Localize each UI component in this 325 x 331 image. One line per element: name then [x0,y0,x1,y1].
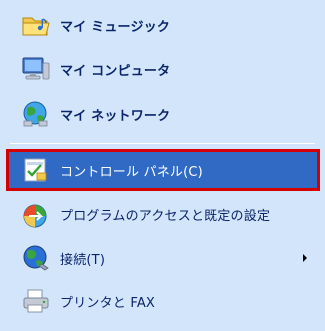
menu-item-label: プログラムのアクセスと既定の設定 [60,208,271,224]
printer-fax-icon [20,285,52,317]
menu-item-label: マイ ミュージック [60,19,171,35]
menu-item-my-network[interactable]: マイ ネットワーク [8,96,317,132]
menu-item-connect-to[interactable]: 接続(T) [8,240,317,276]
menu-item-label: 接続(T) [60,252,106,268]
connect-globe-icon [20,242,52,274]
menu-item-program-access[interactable]: プログラムのアクセスと既定の設定 [8,196,317,236]
computer-icon [20,53,52,85]
menu-item-control-panel[interactable]: コントロール パネル(C) [8,152,317,188]
network-globe-icon [20,98,52,130]
menu-item-label: マイ ネットワーク [60,108,171,124]
start-menu-right-pane: マイ ミュージック マイ コンピュータ マイ ネットワーク コントロール パネル… [0,0,325,331]
menu-item-my-computer[interactable]: マイ コンピュータ [8,51,317,87]
menu-item-my-music[interactable]: マイ ミュージック [8,7,317,43]
control-panel-icon [20,154,52,186]
submenu-arrow-icon [303,254,307,262]
menu-item-printers-faxes[interactable]: プリンタと FAX [8,281,317,321]
music-folder-icon [20,9,52,41]
menu-item-label: プリンタと FAX [60,295,156,311]
menu-item-label: マイ コンピュータ [60,63,171,79]
program-access-icon [20,200,52,232]
menu-item-label: コントロール パネル(C) [60,164,203,180]
menu-separator [10,143,315,144]
